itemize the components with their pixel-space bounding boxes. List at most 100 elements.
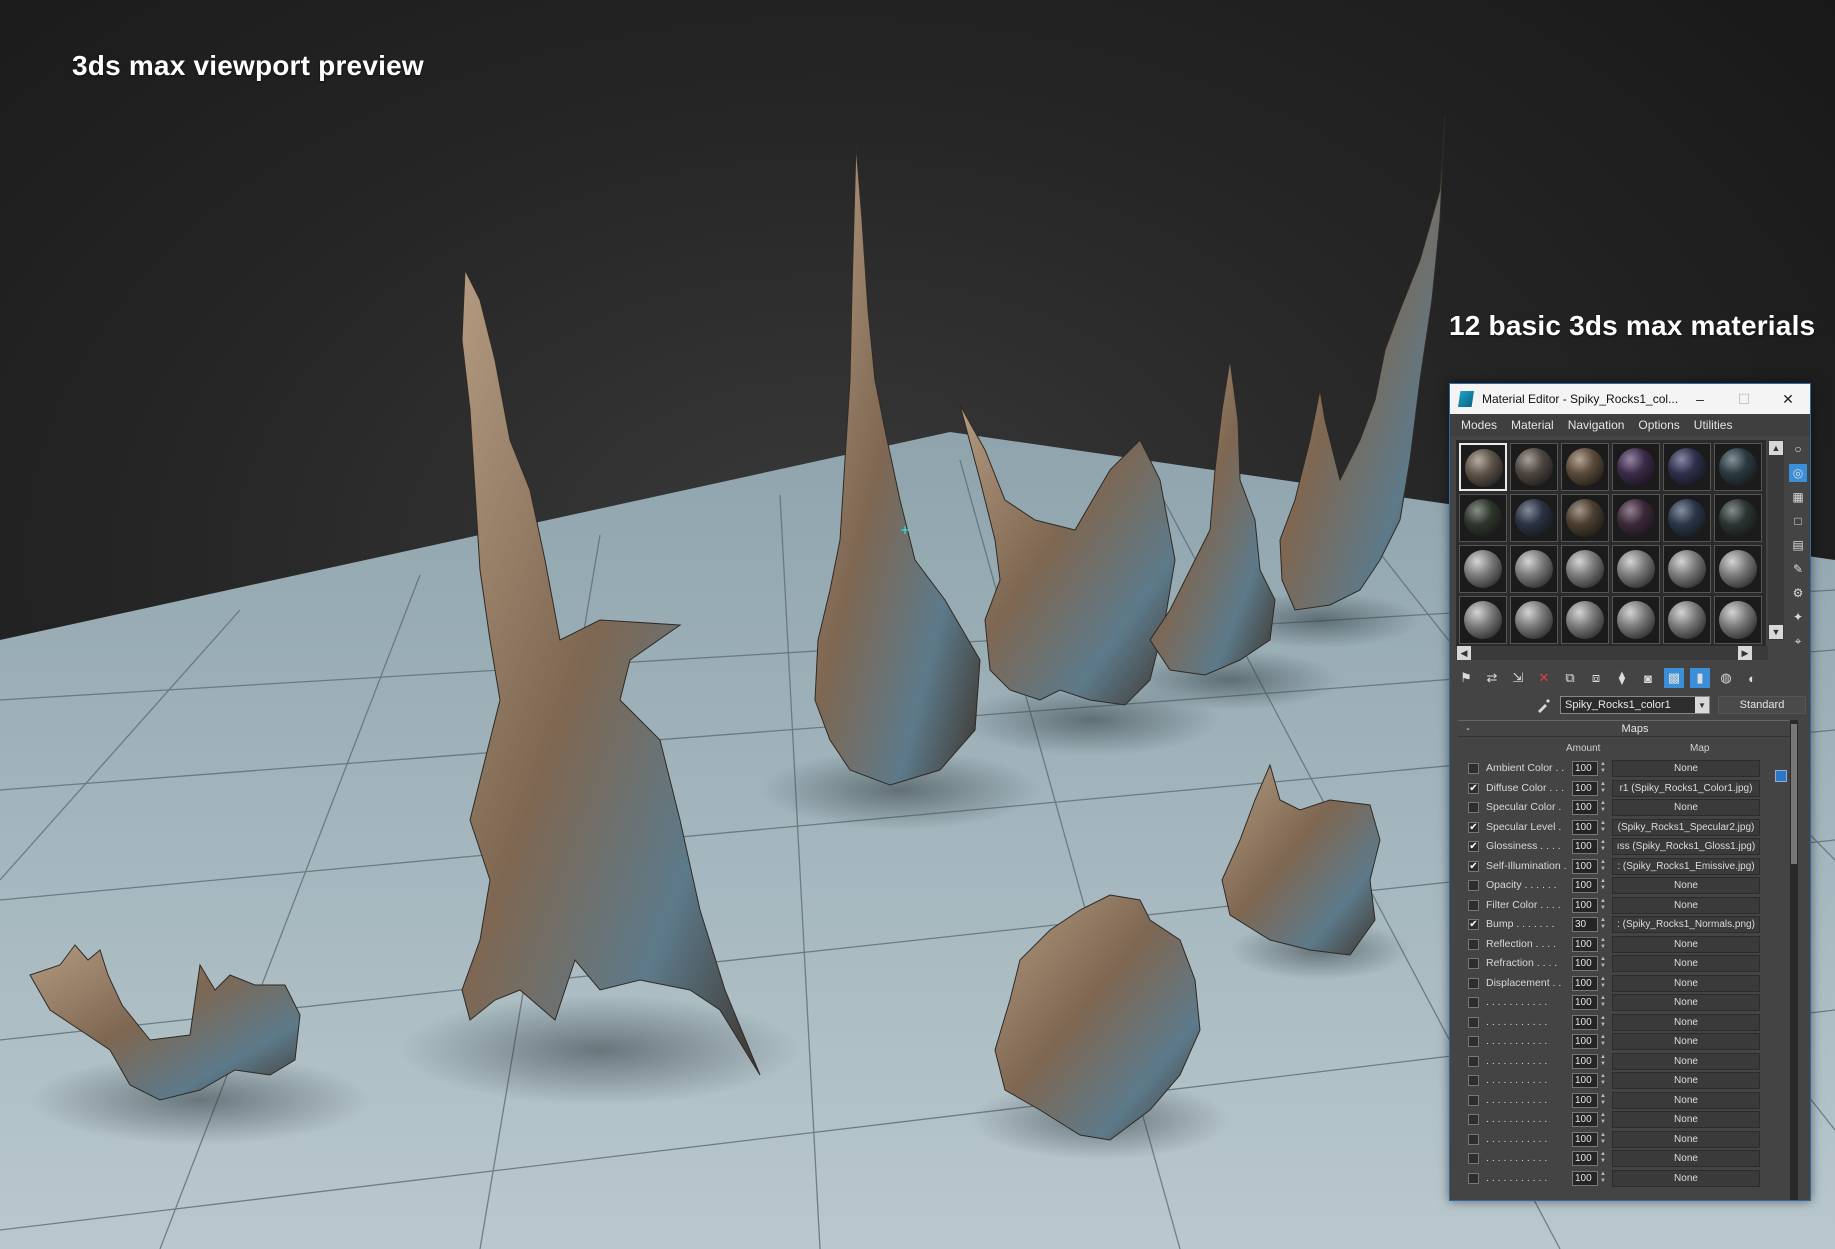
- map-enable-checkbox[interactable]: [1468, 958, 1479, 969]
- material-slot[interactable]: [1459, 545, 1507, 593]
- rollout-scrollbar[interactable]: [1790, 720, 1798, 1200]
- material-slot[interactable]: [1561, 494, 1609, 542]
- amount-spinner-icon[interactable]: ▲ ▼: [1599, 839, 1607, 854]
- amount-input[interactable]: 30: [1572, 917, 1598, 932]
- amount-input[interactable]: 100: [1572, 780, 1598, 796]
- map-slot-button[interactable]: : (Spiky_Rocks1_Normals.png): [1612, 916, 1760, 933]
- material-navigator-icon[interactable]: ⌖: [1789, 632, 1807, 650]
- map-slot-button[interactable]: None: [1612, 799, 1760, 816]
- amount-spinner-icon[interactable]: ▲ ▼: [1599, 917, 1607, 932]
- map-enable-checkbox[interactable]: ✔: [1468, 860, 1479, 872]
- reset-icon[interactable]: ✕: [1534, 668, 1554, 688]
- sample-type-icon[interactable]: ○: [1789, 440, 1807, 458]
- amount-input[interactable]: 100: [1572, 761, 1598, 776]
- amount-spinner-icon[interactable]: ▲ ▼: [1599, 1073, 1607, 1088]
- scroll-left-arrow-icon[interactable]: ◀: [1457, 646, 1471, 660]
- amount-spinner-icon[interactable]: ▲ ▼: [1599, 1015, 1607, 1030]
- amount-spinner-icon[interactable]: ▲ ▼: [1599, 898, 1607, 913]
- amount-spinner-icon[interactable]: ▲ ▼: [1599, 859, 1607, 874]
- material-slot[interactable]: [1663, 443, 1711, 491]
- make-preview-icon[interactable]: ✎: [1789, 560, 1807, 578]
- map-slot-button[interactable]: ıss (Spiky_Rocks1_Gloss1.jpg): [1612, 838, 1760, 855]
- map-slot-button[interactable]: None: [1612, 1111, 1760, 1128]
- map-enable-checkbox[interactable]: ✔: [1468, 919, 1479, 930]
- map-slot-button[interactable]: None: [1612, 896, 1760, 914]
- amount-input[interactable]: 100: [1572, 1053, 1598, 1069]
- map-enable-checkbox[interactable]: ✔: [1468, 782, 1479, 794]
- map-enable-checkbox[interactable]: [1468, 1055, 1479, 1067]
- map-enable-checkbox[interactable]: [1468, 899, 1479, 911]
- amount-spinner-icon[interactable]: ▲ ▼: [1599, 1034, 1607, 1049]
- map-slot-button[interactable]: None: [1612, 935, 1760, 953]
- material-slot[interactable]: [1510, 494, 1558, 542]
- backlight-icon[interactable]: ◎: [1789, 464, 1807, 482]
- map-enable-checkbox[interactable]: [1468, 1075, 1479, 1086]
- map-slot-button[interactable]: None: [1612, 994, 1760, 1011]
- map-enable-checkbox[interactable]: [1468, 1094, 1479, 1106]
- map-slot-button[interactable]: None: [1612, 1013, 1760, 1031]
- amount-input[interactable]: 100: [1572, 839, 1598, 854]
- material-slot[interactable]: [1714, 545, 1762, 593]
- map-slot-button[interactable]: None: [1612, 1052, 1760, 1070]
- chevron-down-icon[interactable]: ▼: [1695, 697, 1709, 713]
- map-slot-button[interactable]: None: [1612, 955, 1760, 972]
- map-enable-checkbox[interactable]: [1468, 938, 1479, 950]
- amount-input[interactable]: 100: [1572, 956, 1598, 971]
- slots-vertical-scrollbar[interactable]: ▲ ▼: [1768, 440, 1784, 640]
- make-copy-icon[interactable]: ⧉: [1560, 668, 1580, 688]
- material-slot[interactable]: [1663, 545, 1711, 593]
- amount-input[interactable]: 100: [1572, 936, 1598, 952]
- map-enable-checkbox[interactable]: [1468, 1114, 1479, 1125]
- menu-modes[interactable]: Modes: [1454, 418, 1504, 432]
- maximize-button[interactable]: ☐: [1722, 384, 1766, 414]
- map-enable-checkbox[interactable]: [1468, 1153, 1479, 1164]
- map-slot-button[interactable]: None: [1612, 1150, 1760, 1167]
- options-icon[interactable]: ⚙: [1789, 584, 1807, 602]
- amount-input[interactable]: 100: [1572, 1014, 1598, 1030]
- amount-input[interactable]: 100: [1572, 1034, 1598, 1049]
- material-slot[interactable]: [1612, 494, 1660, 542]
- amount-spinner-icon[interactable]: ▲ ▼: [1599, 1112, 1607, 1127]
- map-enable-checkbox[interactable]: [1468, 1133, 1479, 1145]
- slots-horizontal-scrollbar[interactable]: ◀ ▶: [1456, 646, 1768, 660]
- amount-input[interactable]: 100: [1572, 1092, 1598, 1108]
- material-slot[interactable]: [1510, 443, 1558, 491]
- map-slot-button[interactable]: None: [1612, 1033, 1760, 1050]
- material-slot[interactable]: [1612, 545, 1660, 593]
- collapse-toggle[interactable]: -: [1458, 723, 1478, 735]
- amount-input[interactable]: 100: [1572, 1073, 1598, 1088]
- material-slot[interactable]: [1510, 545, 1558, 593]
- map-enable-checkbox[interactable]: [1468, 802, 1479, 813]
- background-icon[interactable]: ▦: [1789, 488, 1807, 506]
- title-bar[interactable]: Material Editor - Spiky_Rocks1_col... – …: [1450, 384, 1810, 414]
- amount-spinner-icon[interactable]: ▲ ▼: [1599, 1093, 1607, 1108]
- material-slot[interactable]: [1612, 596, 1660, 644]
- maps-rollout-header[interactable]: - Maps: [1458, 721, 1792, 737]
- map-enable-checkbox[interactable]: [1468, 1172, 1479, 1184]
- put-to-library-icon[interactable]: ⧫: [1612, 668, 1632, 688]
- map-enable-checkbox[interactable]: [1468, 763, 1479, 774]
- menu-navigation[interactable]: Navigation: [1561, 418, 1632, 432]
- amount-input[interactable]: 100: [1572, 800, 1598, 815]
- sample-uv-icon[interactable]: □: [1789, 512, 1807, 530]
- close-button[interactable]: ✕: [1766, 384, 1810, 414]
- amount-input[interactable]: 100: [1572, 1131, 1598, 1147]
- material-slot[interactable]: [1561, 596, 1609, 644]
- amount-spinner-icon[interactable]: ▲ ▼: [1599, 878, 1607, 893]
- video-check-icon[interactable]: ▤: [1789, 536, 1807, 554]
- amount-spinner-icon[interactable]: ▲ ▼: [1599, 937, 1607, 952]
- material-slot[interactable]: [1714, 596, 1762, 644]
- map-enable-checkbox[interactable]: ✔: [1468, 841, 1479, 852]
- amount-spinner-icon[interactable]: ▲ ▼: [1599, 800, 1607, 815]
- map-slot-button[interactable]: (Spiky_Rocks1_Specular2.jpg): [1612, 818, 1760, 836]
- amount-input[interactable]: 100: [1572, 995, 1598, 1010]
- select-by-material-icon[interactable]: ✦: [1789, 608, 1807, 626]
- map-slot-button[interactable]: : (Spiky_Rocks1_Emissive.jpg): [1612, 857, 1760, 875]
- put-to-scene-icon[interactable]: ⇄: [1482, 668, 1502, 688]
- amount-spinner-icon[interactable]: ▲ ▼: [1599, 956, 1607, 971]
- material-slot[interactable]: [1561, 443, 1609, 491]
- amount-spinner-icon[interactable]: ▲ ▼: [1599, 781, 1607, 796]
- amount-input[interactable]: 100: [1572, 897, 1598, 913]
- material-name-field[interactable]: Spiky_Rocks1_color1 ▼: [1560, 696, 1710, 714]
- amount-spinner-icon[interactable]: ▲ ▼: [1599, 1171, 1607, 1186]
